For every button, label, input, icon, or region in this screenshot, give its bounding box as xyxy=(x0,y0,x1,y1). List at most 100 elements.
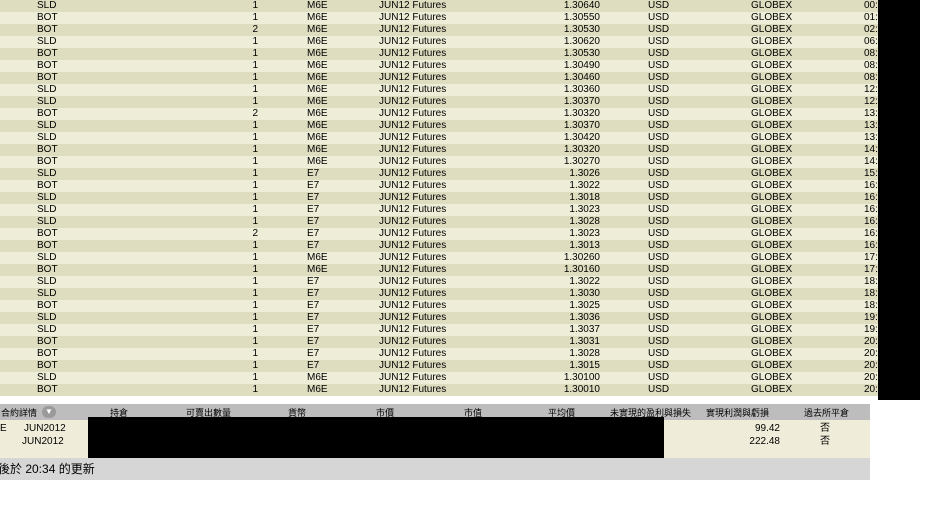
header-closed[interactable]: 過去所平倉 xyxy=(804,406,849,419)
trade-action: SLD xyxy=(37,36,57,47)
trade-exchange: GLOBEX xyxy=(751,324,793,335)
trade-action: SLD xyxy=(37,120,57,131)
trade-row[interactable]: BOT 1 M6E JUN12 Futures 1.30460 USD GLOBEX 08: xyxy=(0,72,892,84)
trade-quantity: 2 xyxy=(252,228,258,239)
trade-currency: USD xyxy=(648,312,670,323)
trade-row[interactable]: SLD 1 M6E JUN12 Futures 1.30100 USD GLOBEX 20: xyxy=(0,372,892,384)
trade-price: 1.3023 xyxy=(569,204,600,215)
trade-exchange: GLOBEX xyxy=(751,204,793,215)
trade-row[interactable]: BOT 2 E7 JUN12 Futures 1.3023 USD GLOBEX 16: xyxy=(0,228,892,240)
trade-exchange: GLOBEX xyxy=(751,300,793,311)
trade-quantity: 1 xyxy=(252,324,258,335)
trade-exchange: GLOBEX xyxy=(751,372,793,383)
position-prefix: E xyxy=(0,423,7,434)
trade-row[interactable]: SLD 1 E7 JUN12 Futures 1.3037 USD GLOBEX 19: xyxy=(0,324,892,336)
trade-quantity: 1 xyxy=(252,84,258,95)
trade-expiry: JUN12 Futures xyxy=(379,324,447,335)
panel-gap xyxy=(0,396,870,404)
trade-exchange: GLOBEX xyxy=(751,48,793,59)
trade-quantity: 1 xyxy=(252,204,258,215)
trade-currency: USD xyxy=(648,276,670,287)
trade-symbol: M6E xyxy=(307,60,328,71)
trade-quantity: 1 xyxy=(252,72,258,83)
trade-expiry: JUN12 Futures xyxy=(379,36,447,47)
header-realized[interactable]: 實現利潤與虧損 xyxy=(706,406,769,419)
trade-quantity: 1 xyxy=(252,168,258,179)
trade-row[interactable]: BOT 1 M6E JUN12 Futures 1.30010 USD GLOBEX 20: xyxy=(0,384,892,396)
trade-exchange: GLOBEX xyxy=(751,240,793,251)
trade-expiry: JUN12 Futures xyxy=(379,216,447,227)
trade-row[interactable]: SLD 1 E7 JUN12 Futures 1.3018 USD GLOBEX 16: xyxy=(0,192,892,204)
trade-action: SLD xyxy=(37,216,57,227)
trade-price: 1.30550 xyxy=(563,12,600,23)
trade-row[interactable]: BOT 1 M6E JUN12 Futures 1.30550 USD GLOBEX 01: xyxy=(0,12,892,24)
trade-exchange: GLOBEX xyxy=(751,12,793,23)
trade-row[interactable]: BOT 2 M6E JUN12 Futures 1.30320 USD GLOBEX 13: xyxy=(0,108,892,120)
trade-action: BOT xyxy=(37,300,58,311)
trade-currency: USD xyxy=(648,168,670,179)
trade-symbol: M6E xyxy=(307,144,328,155)
trade-row[interactable]: BOT 1 E7 JUN12 Futures 1.3025 USD GLOBEX 18: xyxy=(0,300,892,312)
trade-action: SLD xyxy=(37,288,57,299)
trade-currency: USD xyxy=(648,204,670,215)
trade-quantity: 1 xyxy=(252,96,258,107)
trade-row[interactable]: BOT 1 E7 JUN12 Futures 1.3028 USD GLOBEX 20: xyxy=(0,348,892,360)
trade-price: 1.30360 xyxy=(563,84,600,95)
trade-row[interactable]: BOT 1 E7 JUN12 Futures 1.3022 USD GLOBEX 16: xyxy=(0,180,892,192)
trade-symbol: M6E xyxy=(307,12,328,23)
trade-row[interactable]: SLD 1 M6E JUN12 Futures 1.30370 USD GLOBEX 12: xyxy=(0,96,892,108)
trade-row[interactable]: SLD 1 M6E JUN12 Futures 1.30370 USD GLOBEX 13: xyxy=(0,120,892,132)
sort-down-icon[interactable]: ▼ xyxy=(42,406,56,418)
trade-expiry: JUN12 Futures xyxy=(379,312,447,323)
trade-currency: USD xyxy=(648,192,670,203)
trade-symbol: M6E xyxy=(307,24,328,35)
trade-row[interactable]: BOT 1 M6E JUN12 Futures 1.30490 USD GLOBEX 08: xyxy=(0,60,892,72)
trade-currency: USD xyxy=(648,360,670,371)
trade-exchange: GLOBEX xyxy=(751,96,793,107)
trade-row[interactable]: SLD 1 E7 JUN12 Futures 1.3030 USD GLOBEX 18: xyxy=(0,288,892,300)
trade-row[interactable]: SLD 1 E7 JUN12 Futures 1.3022 USD GLOBEX 18: xyxy=(0,276,892,288)
trade-quantity: 1 xyxy=(252,132,258,143)
trade-currency: USD xyxy=(648,180,670,191)
trade-quantity: 1 xyxy=(252,192,258,203)
trade-price: 1.30010 xyxy=(563,384,600,395)
header-contract[interactable]: 合約詳情 xyxy=(1,406,37,419)
trade-row[interactable]: SLD 1 M6E JUN12 Futures 1.30640 USD GLOBEX 00: xyxy=(0,0,892,12)
trade-action: BOT xyxy=(37,348,58,359)
position-realized: 222.48 xyxy=(749,436,780,447)
trade-symbol: E7 xyxy=(307,204,320,215)
trade-row[interactable]: SLD 1 M6E JUN12 Futures 1.30360 USD GLOBEX 12: xyxy=(0,84,892,96)
trade-symbol: E7 xyxy=(307,288,320,299)
trade-expiry: JUN12 Futures xyxy=(379,180,447,191)
trade-exchange: GLOBEX xyxy=(751,120,793,131)
trade-expiry: JUN12 Futures xyxy=(379,120,447,131)
trade-row[interactable]: BOT 1 M6E JUN12 Futures 1.30530 USD GLOBEX 08: xyxy=(0,48,892,60)
trade-exchange: GLOBEX xyxy=(751,0,793,11)
trade-price: 1.3022 xyxy=(569,276,600,287)
trade-symbol: E7 xyxy=(307,228,320,239)
trade-row[interactable]: SLD 1 M6E JUN12 Futures 1.30620 USD GLOBEX 06: xyxy=(0,36,892,48)
trade-expiry: JUN12 Futures xyxy=(379,300,447,311)
trade-row[interactable]: SLD 1 E7 JUN12 Futures 1.3026 USD GLOBEX 15: xyxy=(0,168,892,180)
trade-row[interactable]: BOT 1 E7 JUN12 Futures 1.3031 USD GLOBEX 20: xyxy=(0,336,892,348)
trade-row[interactable]: SLD 1 M6E JUN12 Futures 1.30260 USD GLOBEX 17: xyxy=(0,252,892,264)
trade-symbol: E7 xyxy=(307,216,320,227)
trade-action: SLD xyxy=(37,252,57,263)
trade-row[interactable]: BOT 1 M6E JUN12 Futures 1.30160 USD GLOBEX 17: xyxy=(0,264,892,276)
trade-row[interactable]: SLD 1 M6E JUN12 Futures 1.30420 USD GLOBEX 13: xyxy=(0,132,892,144)
trade-row[interactable]: SLD 1 E7 JUN12 Futures 1.3023 USD GLOBEX 16: xyxy=(0,204,892,216)
trade-row[interactable]: BOT 1 E7 JUN12 Futures 1.3015 USD GLOBEX 20: xyxy=(0,360,892,372)
trade-row[interactable]: SLD 1 E7 JUN12 Futures 1.3036 USD GLOBEX 19: xyxy=(0,312,892,324)
trade-row[interactable]: BOT 2 M6E JUN12 Futures 1.30530 USD GLOBEX 02: xyxy=(0,24,892,36)
position-contract: JUN2012 xyxy=(22,436,64,447)
trade-row[interactable]: SLD 1 E7 JUN12 Futures 1.3028 USD GLOBEX 16: xyxy=(0,216,892,228)
trade-symbol: M6E xyxy=(307,120,328,131)
trade-row[interactable]: BOT 1 M6E JUN12 Futures 1.30270 USD GLOBEX 14: xyxy=(0,156,892,168)
trade-row[interactable]: BOT 1 E7 JUN12 Futures 1.3013 USD GLOBEX 16: xyxy=(0,240,892,252)
trade-row[interactable]: BOT 1 M6E JUN12 Futures 1.30320 USD GLOBEX 14: xyxy=(0,144,892,156)
trade-price: 1.3030 xyxy=(569,288,600,299)
trade-currency: USD xyxy=(648,216,670,227)
trade-currency: USD xyxy=(648,48,670,59)
trade-action: BOT xyxy=(37,336,58,347)
trade-expiry: JUN12 Futures xyxy=(379,384,447,395)
